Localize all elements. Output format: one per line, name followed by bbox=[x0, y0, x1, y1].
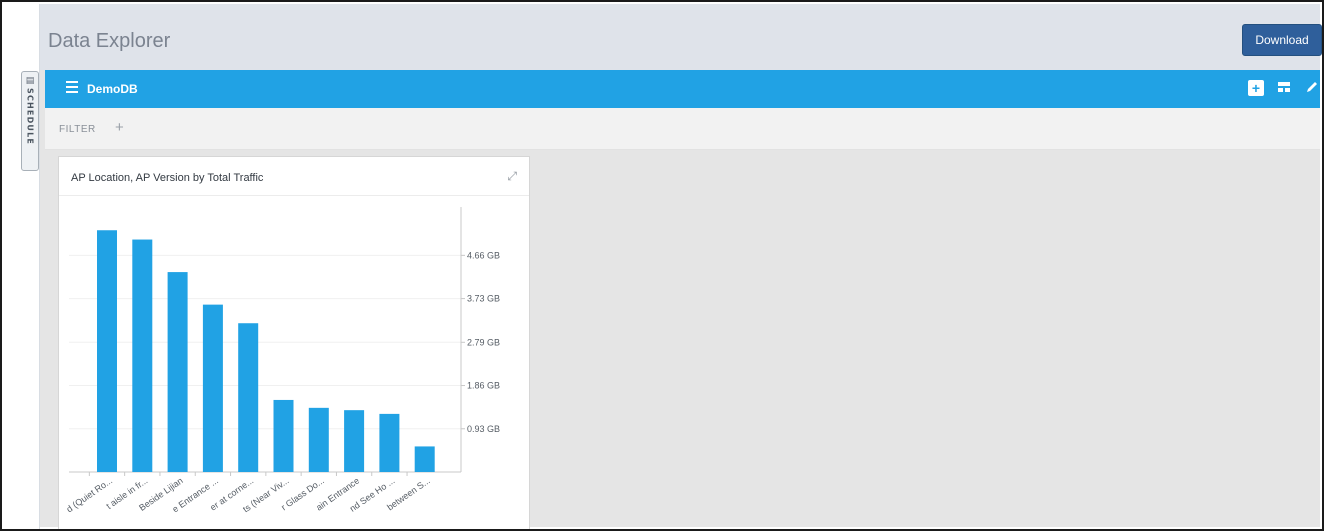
database-bar: DemoDB + bbox=[45, 70, 1320, 108]
expand-icon[interactable]: ⤢ bbox=[507, 169, 517, 184]
x-tick-label: d (Quiet Ro... bbox=[65, 475, 115, 514]
bar bbox=[132, 239, 153, 472]
bar bbox=[167, 272, 188, 472]
filter-label: FILTER bbox=[59, 124, 96, 135]
filter-bar: FILTER + bbox=[45, 108, 1320, 150]
add-widget-icon[interactable]: + bbox=[1248, 80, 1264, 96]
bar bbox=[202, 304, 223, 472]
bar bbox=[273, 399, 294, 472]
y-tick-label: 3.73 GB bbox=[467, 294, 500, 304]
bar bbox=[414, 446, 435, 472]
edit-icon[interactable] bbox=[1304, 80, 1320, 96]
database-name: DemoDB bbox=[87, 82, 138, 96]
layout-icon[interactable] bbox=[1276, 80, 1292, 96]
menu-icon[interactable] bbox=[66, 81, 80, 93]
schedule-tab[interactable]: ▤ SCHEDULE bbox=[21, 71, 39, 171]
app-window: ▤ SCHEDULE Data Explorer Download DemoDB… bbox=[0, 0, 1324, 531]
left-sidebar: ▤ SCHEDULE bbox=[4, 4, 40, 529]
chart-widget: AP Location, AP Version by Total Traffic… bbox=[58, 156, 530, 529]
bar bbox=[344, 410, 365, 472]
page-title: Data Explorer bbox=[48, 30, 171, 52]
schedule-label: SCHEDULE bbox=[25, 88, 35, 146]
y-tick-label: 2.79 GB bbox=[467, 337, 500, 347]
calendar-icon: ▤ bbox=[25, 76, 35, 86]
bar bbox=[379, 413, 400, 472]
y-tick-label: 4.66 GB bbox=[467, 250, 500, 260]
bar bbox=[97, 230, 117, 472]
bar bbox=[308, 407, 329, 472]
chart-divider bbox=[59, 195, 529, 196]
main-area: Data Explorer Download DemoDB + FILTER +… bbox=[40, 4, 1322, 529]
page-header: Data Explorer Download bbox=[40, 4, 1322, 70]
add-filter-button[interactable]: + bbox=[115, 119, 124, 136]
database-bar-actions: + bbox=[1248, 80, 1320, 96]
bar bbox=[238, 323, 259, 472]
download-button[interactable]: Download bbox=[1242, 24, 1322, 56]
bar-chart: 0.93 GB 1.86 GB 2.79 GB 3.73 GB 4.66 GB d (Qu… bbox=[65, 207, 500, 514]
y-tick-label: 1.86 GB bbox=[467, 381, 500, 391]
chart-title: AP Location, AP Version by Total Traffic bbox=[71, 172, 264, 184]
y-tick-label: 0.93 GB bbox=[467, 424, 500, 434]
